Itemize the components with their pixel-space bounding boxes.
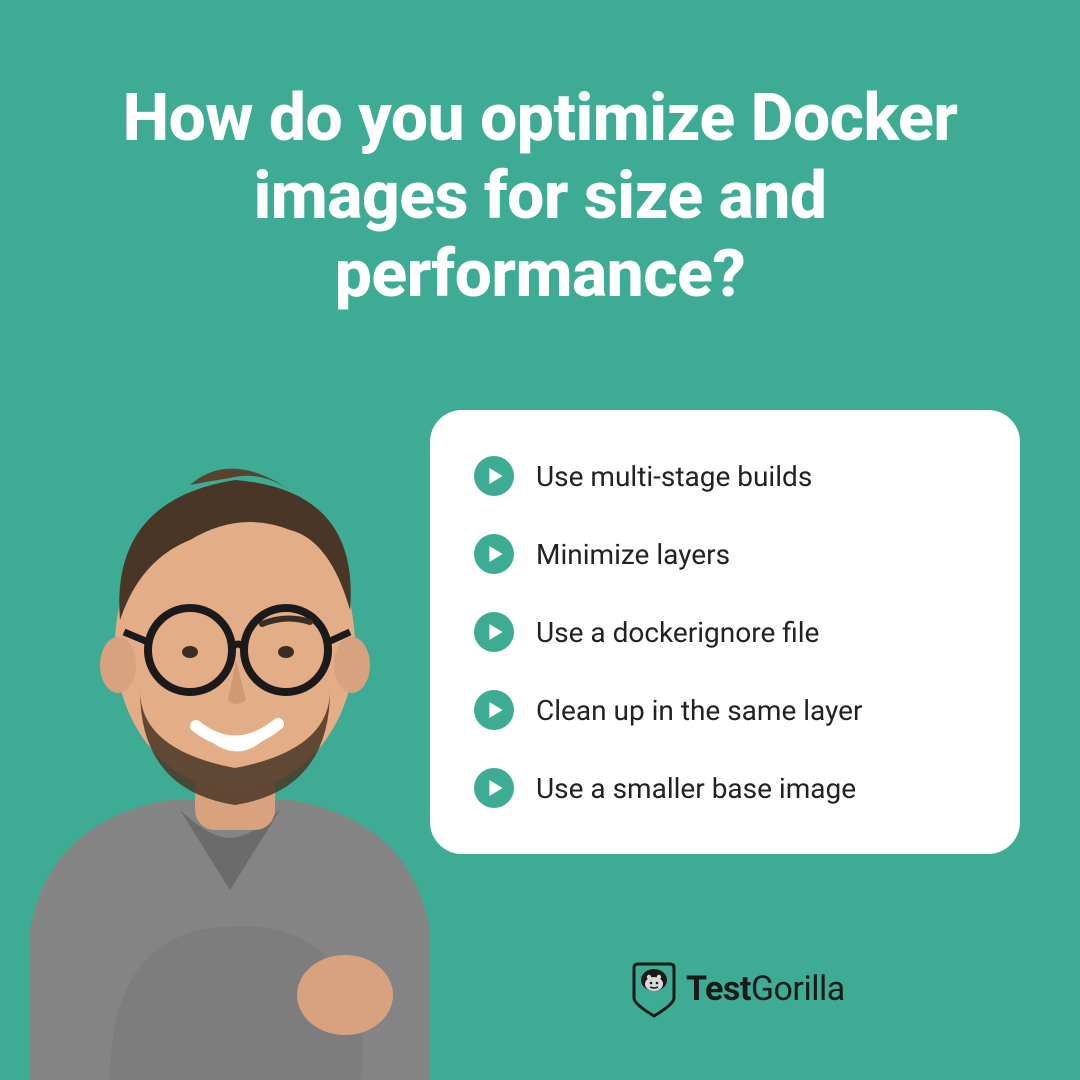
- play-icon: [474, 534, 514, 574]
- list-item: Use a dockerignore file: [474, 612, 976, 652]
- list-item: Minimize layers: [474, 534, 976, 574]
- play-icon: [474, 690, 514, 730]
- brand-name-bold: Test: [686, 969, 751, 1009]
- page-title: How do you optimize Docker images for si…: [0, 0, 1080, 314]
- list-item-label: Use a dockerignore file: [536, 616, 819, 649]
- list-item: Use a smaller base image: [474, 768, 976, 808]
- brand-name: TestGorilla: [686, 969, 845, 1009]
- play-icon: [474, 456, 514, 496]
- list-item: Use multi-stage builds: [474, 456, 976, 496]
- list-item: Clean up in the same layer: [474, 690, 976, 730]
- list-item-label: Clean up in the same layer: [536, 694, 862, 727]
- list-item-label: Use multi-stage builds: [536, 460, 812, 493]
- tips-card: Use multi-stage builds Minimize layers U…: [430, 410, 1020, 854]
- list-item-label: Minimize layers: [536, 538, 730, 571]
- person-photo: [0, 390, 470, 1080]
- play-icon: [474, 768, 514, 808]
- brand-name-light: Gorilla: [751, 969, 845, 1009]
- list-item-label: Use a smaller base image: [536, 772, 856, 805]
- play-icon: [474, 612, 514, 652]
- gorilla-icon: [632, 960, 676, 1018]
- brand-logo: TestGorilla: [632, 960, 845, 1018]
